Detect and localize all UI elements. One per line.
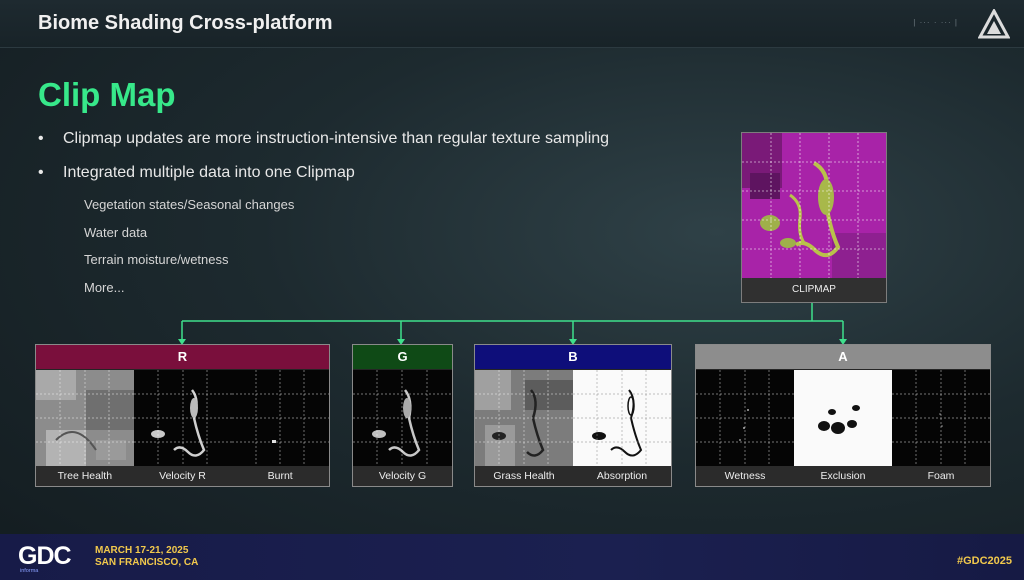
- header-decoration: | ··· · ··· |: [913, 18, 958, 27]
- bullet-text: Integrated multiple data into one Clipma…: [63, 164, 355, 181]
- label-grass-health: Grass Health: [493, 470, 555, 482]
- event-date: MARCH 17-21, 2025 SAN FRANCISCO, CA: [95, 545, 198, 569]
- label-velocity-g: Velocity G: [378, 470, 427, 482]
- label-velocity-r: Velocity R: [159, 470, 206, 482]
- velocity-g-map: [353, 370, 452, 467]
- channel-a-labels: Wetness Exclusion Foam: [696, 466, 990, 486]
- studio-logo-icon: [978, 9, 1010, 39]
- bullet-dot: •: [38, 164, 44, 181]
- absorption-map: [573, 370, 671, 467]
- clipmap-caption: CLIPMAP: [742, 278, 886, 302]
- channel-b-images: [475, 370, 671, 467]
- label-absorption: Absorption: [596, 470, 648, 482]
- channel-b-labels: Grass Health Absorption: [475, 466, 671, 486]
- label-wetness: Wetness: [724, 470, 766, 482]
- label-burnt: Burnt: [267, 470, 293, 482]
- informa-mark: informa: [20, 568, 39, 574]
- exclusion-map: [794, 370, 892, 467]
- channel-g-panel: G Velocity G: [352, 344, 453, 487]
- velocity-r-map: [134, 370, 232, 467]
- bullet-item: • Integrated multiple data into one Clip…: [38, 164, 609, 198]
- event-hashtag: #GDC2025: [956, 555, 1012, 567]
- channel-a-panel: A Wetness Exclusion Foam: [695, 344, 991, 487]
- foam-map: [892, 370, 990, 467]
- sub-item: Terrain moisture/wetness: [84, 252, 229, 267]
- channel-r-labels: Tree Health Velocity R Burnt: [36, 466, 329, 486]
- grass-health-map: [475, 370, 573, 467]
- gdc-logo: GDC: [18, 542, 72, 570]
- channel-r-images: [36, 370, 329, 467]
- label-exclusion: Exclusion: [820, 470, 866, 482]
- channel-r-header: R: [36, 345, 329, 369]
- channel-g-labels: Velocity G: [353, 466, 452, 486]
- slide-section-title: Biome Shading Cross-platform: [38, 12, 333, 34]
- bullet-list: • Clipmap updates are more instruction-i…: [38, 130, 609, 198]
- tree-health-map: [36, 370, 134, 467]
- channel-g-header: G: [353, 345, 452, 369]
- label-tree-health: Tree Health: [57, 470, 113, 482]
- sub-item: Water data: [84, 224, 148, 240]
- label-foam: Foam: [927, 470, 955, 482]
- channel-a-images: [696, 370, 990, 467]
- event-location-line: SAN FRANCISCO, CA: [95, 557, 199, 568]
- slide-heading: Clip Map: [38, 76, 176, 113]
- sub-item: Vegetation states/Seasonal changes: [84, 197, 295, 212]
- event-date-line: MARCH 17-21, 2025: [95, 545, 189, 556]
- header-bar: Biome Shading Cross-platform | ··· · ···…: [0, 0, 1024, 48]
- channel-a-header: A: [696, 345, 990, 369]
- wetness-map: [696, 370, 794, 467]
- channel-b-header: B: [475, 345, 671, 369]
- channel-r-panel: R Tree Health Velocity R Burnt: [35, 344, 330, 487]
- burnt-map: [232, 370, 329, 467]
- clipmap-figure: CLIPMAP: [741, 132, 887, 303]
- bullet-item: • Clipmap updates are more instruction-i…: [38, 130, 609, 164]
- sub-item: More...: [84, 279, 125, 295]
- bullet-dot: •: [38, 130, 44, 147]
- bullet-text: Clipmap updates are more instruction-int…: [63, 130, 610, 147]
- sub-item-list: Vegetation states/Seasonal changes Water…: [84, 197, 294, 307]
- footer-bar: GDC MARCH 17-21, 2025 SAN FRANCISCO, CA …: [0, 534, 1024, 580]
- clipmap-image: [742, 133, 886, 278]
- channel-g-images: [353, 370, 452, 467]
- channel-b-panel: B Grass Health Absorption: [474, 344, 672, 487]
